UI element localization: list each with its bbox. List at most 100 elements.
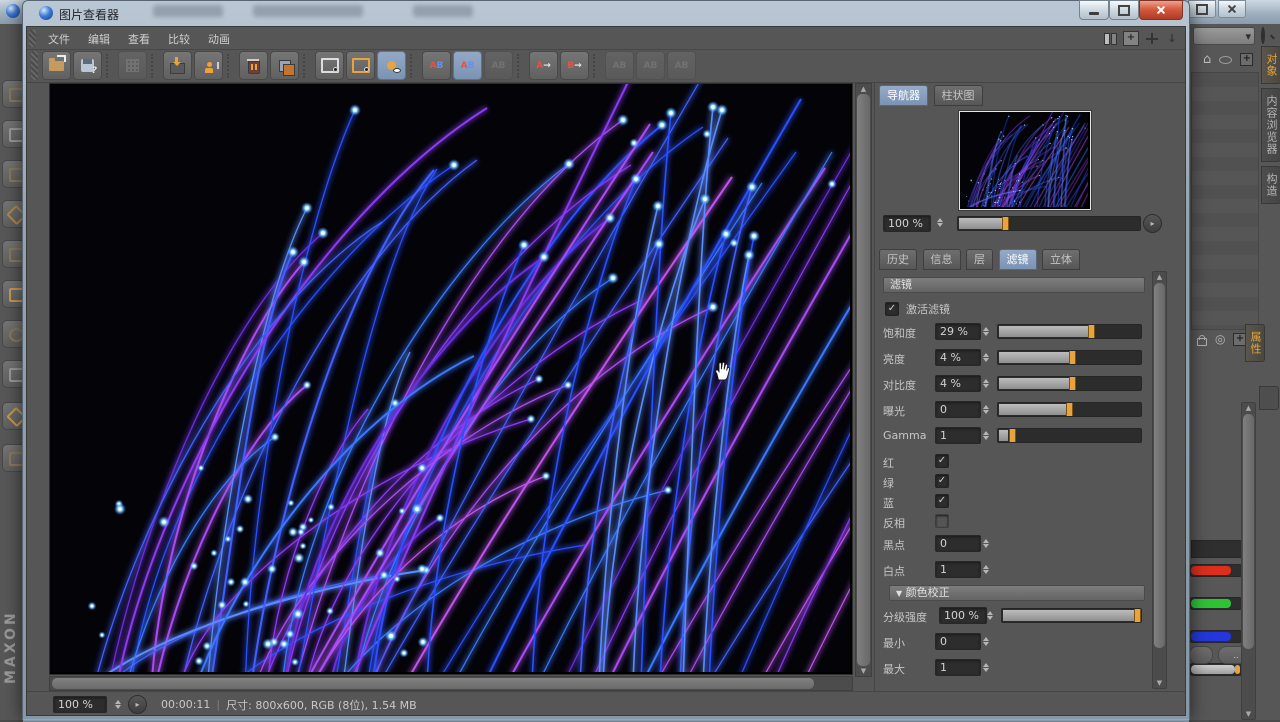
menu-grip[interactable] xyxy=(29,30,36,47)
menu-view[interactable]: 查看 xyxy=(119,29,159,49)
compare-layout-button[interactable]: AB xyxy=(453,51,482,80)
image-viewport[interactable] xyxy=(49,83,853,675)
vertical-tab-objects[interactable]: 对象 xyxy=(1261,46,1280,84)
contrast-slider[interactable] xyxy=(997,376,1142,391)
load-object-button[interactable] xyxy=(194,51,223,80)
navigator-thumbnail[interactable] xyxy=(959,111,1091,210)
bg-tool-icon[interactable] xyxy=(2,240,23,268)
blue-slider[interactable] xyxy=(1189,630,1243,643)
save-file-button[interactable] xyxy=(73,51,102,80)
layout-dropdown[interactable]: ▾ xyxy=(1193,27,1255,45)
menu-edit[interactable]: 编辑 xyxy=(79,29,119,49)
vertical-tab-structure[interactable]: 构造 xyxy=(1261,166,1280,204)
stepper[interactable] xyxy=(981,536,990,551)
bg-tool-icon[interactable] xyxy=(2,80,23,108)
stepper[interactable] xyxy=(981,428,990,443)
status-play-button[interactable]: ▸ xyxy=(128,695,147,714)
more-button[interactable] xyxy=(1189,646,1213,664)
bg-tool-icon[interactable] xyxy=(2,444,23,472)
swap-ab-button[interactable]: AB xyxy=(605,51,634,80)
search-icon[interactable] xyxy=(1261,29,1265,42)
navigator-play-button[interactable]: ▸ xyxy=(1143,214,1162,233)
view-b-button[interactable] xyxy=(346,51,375,80)
open-file-button[interactable] xyxy=(42,51,71,80)
min-field[interactable]: 0 xyxy=(935,633,981,650)
color-correction-header[interactable]: ▼ 颜色校正 xyxy=(889,585,1145,601)
set-as-b-button[interactable]: B→ xyxy=(560,51,589,80)
gamma-slider[interactable] xyxy=(997,428,1142,443)
image-manager-button[interactable] xyxy=(270,51,299,80)
black-point-field[interactable]: 0 xyxy=(935,535,981,552)
bg-tool-icon[interactable] xyxy=(2,280,23,308)
tab-navigator[interactable]: 导航器 xyxy=(879,85,928,106)
bg-tool-icon[interactable] xyxy=(2,160,23,188)
red-slider[interactable] xyxy=(1189,564,1243,577)
value-field[interactable]: 29 % xyxy=(935,323,981,340)
invert-checkbox[interactable] xyxy=(935,514,949,528)
saturation-slider[interactable] xyxy=(997,324,1142,339)
filter-panel-scrollbar[interactable]: ▲ ▼ xyxy=(1152,271,1167,689)
attribute-field[interactable] xyxy=(1191,540,1247,558)
link-ab-button[interactable]: AB xyxy=(636,51,665,80)
viewport-hscrollbar[interactable] xyxy=(49,676,853,691)
scroll-down-icon[interactable]: ▼ xyxy=(856,667,871,675)
scroll-down-icon[interactable]: ▼ xyxy=(1242,710,1255,718)
green-channel-checkbox[interactable]: ✓ xyxy=(935,474,949,488)
tab-history[interactable]: 历史 xyxy=(879,249,917,270)
navigator-zoom-slider[interactable] xyxy=(957,216,1141,231)
value-slider[interactable] xyxy=(1189,663,1243,676)
close-button[interactable] xyxy=(1139,0,1183,20)
bg-close-button[interactable] xyxy=(1218,0,1246,18)
scroll-down-icon[interactable]: ▼ xyxy=(1153,679,1166,687)
target-icon[interactable]: ◎ xyxy=(1215,332,1225,346)
bg-tool-icon[interactable] xyxy=(2,120,23,148)
max-field[interactable]: 1 xyxy=(935,659,981,676)
scroll-up-icon[interactable]: ▲ xyxy=(856,85,871,93)
stepper[interactable] xyxy=(981,562,990,577)
value-field[interactable]: 0 xyxy=(935,401,981,418)
minimize-button[interactable] xyxy=(1079,0,1109,20)
stepper[interactable] xyxy=(981,402,990,417)
vertical-tab-layers[interactable] xyxy=(1259,386,1279,410)
stepper[interactable] xyxy=(981,376,990,391)
viewport-vscrollbar[interactable]: ▲ ▼ xyxy=(855,83,872,677)
scroll-up-icon[interactable]: ▲ xyxy=(1153,273,1166,281)
bg-tool-icon[interactable] xyxy=(2,402,23,430)
maximize-button[interactable] xyxy=(1109,0,1139,20)
cache-button[interactable] xyxy=(118,51,147,80)
compare-ab-button[interactable]: AB xyxy=(422,51,451,80)
value-field[interactable]: 1 xyxy=(935,427,981,444)
split-view-icon[interactable] xyxy=(1103,32,1117,45)
exposure-slider[interactable] xyxy=(997,402,1142,417)
vertical-tab-content-browser[interactable]: 内容浏览器 xyxy=(1261,88,1280,162)
stepper[interactable] xyxy=(981,660,990,675)
picture-viewer-titlebar[interactable]: 图片查看器 xyxy=(23,1,1189,26)
set-as-a-button[interactable]: A→ xyxy=(529,51,558,80)
tab-histogram[interactable]: 柱状图 xyxy=(934,85,983,106)
bg-tool-icon[interactable] xyxy=(2,200,23,228)
stepper[interactable] xyxy=(981,350,990,365)
menu-animation[interactable]: 动画 xyxy=(199,29,239,49)
vertical-tab-attributes[interactable]: 属性 xyxy=(1245,324,1265,362)
navigator-zoom-field[interactable]: 100 % xyxy=(883,215,931,232)
green-slider[interactable] xyxy=(1189,597,1243,610)
delete-image-button[interactable] xyxy=(239,51,268,80)
bg-panel-scrollbar[interactable]: ▲ ▼ xyxy=(1241,402,1256,720)
grading-strength-field[interactable]: 100 % xyxy=(939,607,987,624)
grading-strength-slider[interactable] xyxy=(1001,608,1142,623)
white-point-field[interactable]: 1 xyxy=(935,561,981,578)
menu-compare[interactable]: 比较 xyxy=(159,29,199,49)
tab-layer[interactable]: 层 xyxy=(966,249,993,270)
red-channel-checkbox[interactable]: ✓ xyxy=(935,454,949,468)
compare-eye-button[interactable]: AB xyxy=(484,51,513,80)
blue-channel-checkbox[interactable]: ✓ xyxy=(935,494,949,508)
menu-file[interactable]: 文件 xyxy=(39,29,79,49)
stepper[interactable] xyxy=(981,634,990,649)
navigator-zoom-stepper[interactable] xyxy=(935,215,944,230)
tab-info[interactable]: 信息 xyxy=(923,249,961,270)
toolbar-grip[interactable] xyxy=(31,51,38,80)
lock-icon[interactable] xyxy=(1197,333,1207,346)
stepper[interactable] xyxy=(981,324,990,339)
status-zoom-field[interactable]: 100 % xyxy=(53,696,107,713)
bg-maximize-button[interactable] xyxy=(1188,0,1216,18)
